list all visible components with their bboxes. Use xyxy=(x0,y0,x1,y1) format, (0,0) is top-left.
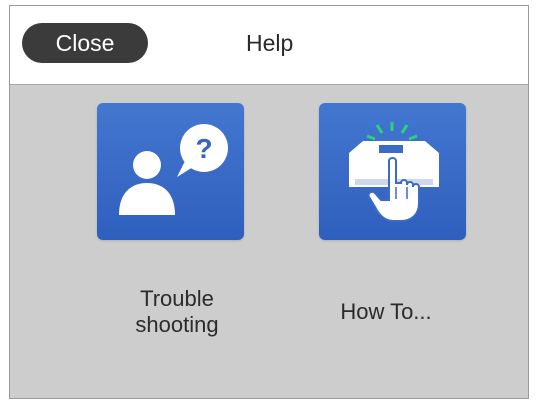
page-title: Help xyxy=(246,30,294,56)
help-screen: Close Help ? Trouble shooting How To... xyxy=(9,5,529,399)
trouble-shooting-label-line2: shooting xyxy=(135,312,219,337)
how-to-label: How To... xyxy=(340,299,432,324)
close-button[interactable]: Close xyxy=(22,23,148,63)
svg-text:?: ? xyxy=(195,133,212,164)
trouble-shooting-label: Trouble shooting xyxy=(107,286,247,338)
how-to-tile[interactable] xyxy=(319,103,466,240)
person-question-icon: ? xyxy=(119,124,228,215)
trouble-shooting-label-line1: Trouble xyxy=(140,286,214,311)
trouble-shooting-tile[interactable]: ? xyxy=(97,103,244,240)
header-bar: Close Help xyxy=(10,6,528,85)
hand-pressing-printer-icon xyxy=(349,122,439,222)
